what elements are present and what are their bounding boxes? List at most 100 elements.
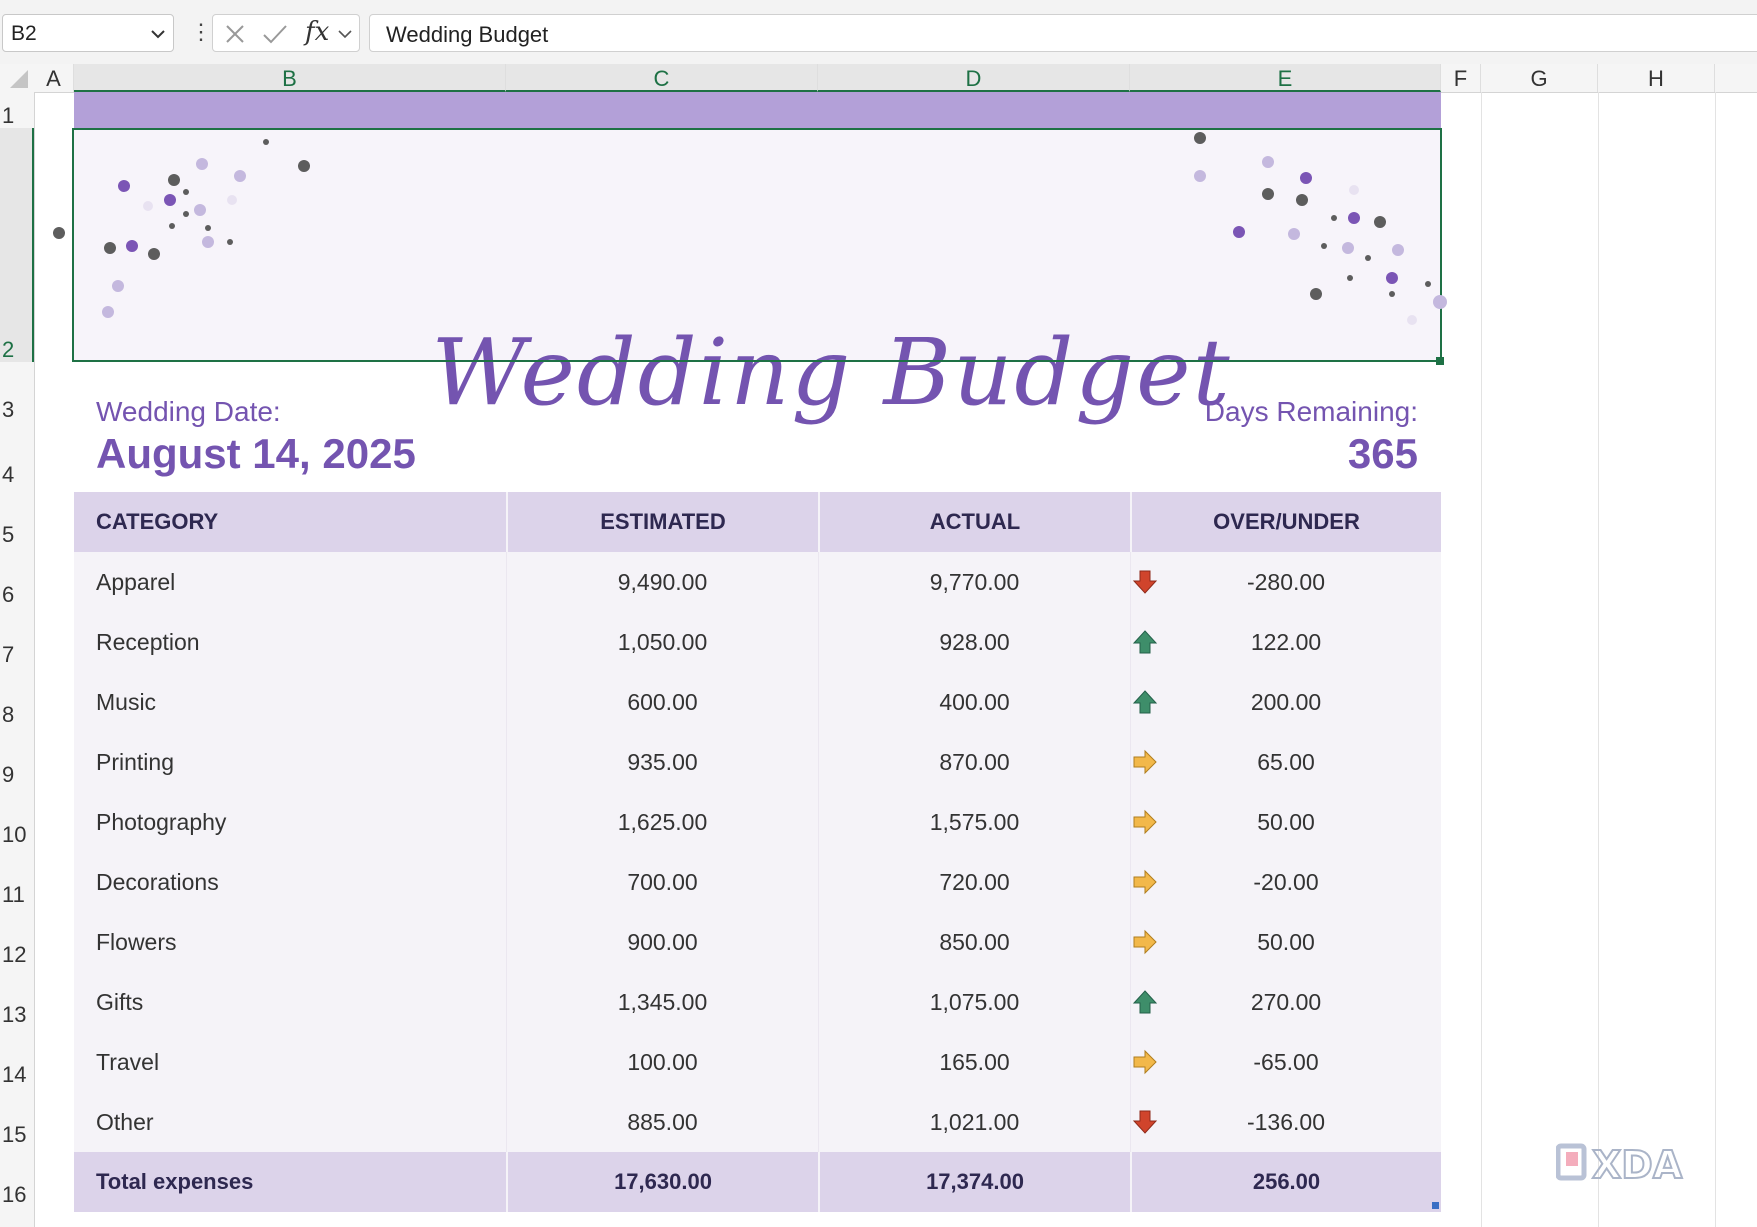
over-under-cell[interactable]: 200.00 [1130,672,1441,732]
row-header-4[interactable]: 4 [0,462,34,488]
select-all-triangle-icon[interactable] [10,70,28,88]
category-cell[interactable]: Printing [74,732,506,792]
total-actual[interactable]: 17,374.00 [818,1152,1130,1212]
estimated-cell[interactable]: 885.00 [506,1092,818,1152]
column-header-f[interactable]: F [1441,64,1481,92]
estimated-cell[interactable]: 700.00 [506,852,818,912]
name-box-value[interactable]: B2 [11,22,37,46]
estimated-cell[interactable]: 100.00 [506,1032,818,1092]
row-header-7[interactable]: 7 [0,642,34,668]
row-header-14[interactable]: 14 [0,1062,34,1088]
wedding-date-value[interactable]: August 14, 2025 [96,430,416,478]
name-box[interactable]: B2 [2,14,174,52]
formula-input[interactable]: Wedding Budget [369,14,1757,52]
estimated-cell[interactable]: 935.00 [506,732,818,792]
confetti-dot-icon [1433,295,1447,309]
up-arrow-icon [1131,688,1159,716]
row-header-10[interactable]: 10 [0,822,34,848]
row-header-15[interactable]: 15 [0,1122,34,1148]
over-under-cell[interactable]: -136.00 [1130,1092,1441,1152]
estimated-cell[interactable]: 9,490.00 [506,552,818,612]
gridline [1598,92,1599,1227]
category-cell[interactable]: Travel [74,1032,506,1092]
over-under-cell[interactable]: 50.00 [1130,792,1441,852]
actual-cell[interactable]: 1,075.00 [818,972,1130,1032]
row-header-3[interactable]: 3 [0,397,34,423]
row-header-16[interactable]: 16 [0,1182,34,1208]
days-remaining-value[interactable]: 365 [1080,430,1418,478]
category-cell[interactable]: Decorations [74,852,506,912]
header-actual[interactable]: ACTUAL [818,492,1130,552]
over-under-cell[interactable]: -65.00 [1130,1032,1441,1092]
actual-cell[interactable]: 928.00 [818,612,1130,672]
column-header-e[interactable]: E [1130,64,1441,92]
table-resize-handle[interactable] [1432,1202,1439,1209]
estimated-cell[interactable]: 1,050.00 [506,612,818,672]
column-header-c[interactable]: C [506,64,818,92]
formula-text[interactable]: Wedding Budget [386,22,548,48]
over-under-cell[interactable]: -280.00 [1130,552,1441,612]
more-options-icon[interactable]: ⋮ [190,18,212,46]
estimated-cell[interactable]: 1,345.00 [506,972,818,1032]
over-under-cell[interactable]: 122.00 [1130,612,1441,672]
column-header-g[interactable]: G [1481,64,1598,92]
total-estimated[interactable]: 17,630.00 [506,1152,818,1212]
row-header-labels: 1 2 3 4 5 6 7 8 9 10 11 12 13 14 15 16 [0,92,34,1227]
header-over-under[interactable]: OVER/UNDER [1130,492,1441,552]
row-header-12[interactable]: 12 [0,942,34,968]
over-under-cell[interactable]: 65.00 [1130,732,1441,792]
over-under-cell[interactable]: -20.00 [1130,852,1441,912]
insert-function-icon[interactable]: fx [305,17,329,47]
row-header-9[interactable]: 9 [0,762,34,788]
chevron-down-icon[interactable] [151,27,165,41]
category-cell[interactable]: Reception [74,612,506,672]
table-row: Gifts 1,345.00 1,075.00 270.00 [74,972,1441,1032]
row-header-5[interactable]: 5 [0,522,34,548]
actual-cell[interactable]: 720.00 [818,852,1130,912]
right-arrow-icon [1131,748,1159,776]
actual-cell[interactable]: 850.00 [818,912,1130,972]
total-over-under[interactable]: 256.00 [1130,1152,1441,1212]
fill-handle[interactable] [1436,357,1444,365]
category-cell[interactable]: Gifts [74,972,506,1032]
column-header-h[interactable]: H [1598,64,1715,92]
actual-cell[interactable]: 9,770.00 [818,552,1130,612]
right-arrow-icon [1131,808,1159,836]
header-category[interactable]: CATEGORY [74,492,506,552]
right-arrow-icon [1131,1048,1159,1076]
right-arrow-icon [1131,928,1159,956]
estimated-cell[interactable]: 900.00 [506,912,818,972]
header-estimated[interactable]: ESTIMATED [506,492,818,552]
actual-cell[interactable]: 870.00 [818,732,1130,792]
table-row: Other 885.00 1,021.00 -136.00 [74,1092,1441,1152]
actual-cell[interactable]: 400.00 [818,672,1130,732]
category-cell[interactable]: Music [74,672,506,732]
row-header-6[interactable]: 6 [0,582,34,608]
column-header-a[interactable]: A [34,64,74,92]
over-under-cell[interactable]: 50.00 [1130,912,1441,972]
actual-cell[interactable]: 1,575.00 [818,792,1130,852]
column-header-d[interactable]: D [818,64,1130,92]
row-header-1[interactable]: 1 [0,103,34,129]
svg-text:XDA: XDA [1592,1143,1683,1187]
column-header-b[interactable]: B [74,64,506,92]
checkmark-icon[interactable] [263,24,287,44]
category-cell[interactable]: Flowers [74,912,506,972]
over-under-cell[interactable]: 270.00 [1130,972,1441,1032]
xda-watermark-logo: XDA [1555,1140,1716,1197]
row-header-13[interactable]: 13 [0,1002,34,1028]
table-row: Music 600.00 400.00 200.00 [74,672,1441,732]
cancel-icon[interactable] [225,24,245,44]
chevron-down-icon[interactable] [338,27,352,41]
row-header-2[interactable]: 2 [0,337,34,363]
category-cell[interactable]: Apparel [74,552,506,612]
row-header-11[interactable]: 11 [0,882,34,908]
row-header-8[interactable]: 8 [0,702,34,728]
category-cell[interactable]: Photography [74,792,506,852]
estimated-cell[interactable]: 1,625.00 [506,792,818,852]
estimated-cell[interactable]: 600.00 [506,672,818,732]
total-label[interactable]: Total expenses [74,1152,506,1212]
actual-cell[interactable]: 1,021.00 [818,1092,1130,1152]
category-cell[interactable]: Other [74,1092,506,1152]
actual-cell[interactable]: 165.00 [818,1032,1130,1092]
